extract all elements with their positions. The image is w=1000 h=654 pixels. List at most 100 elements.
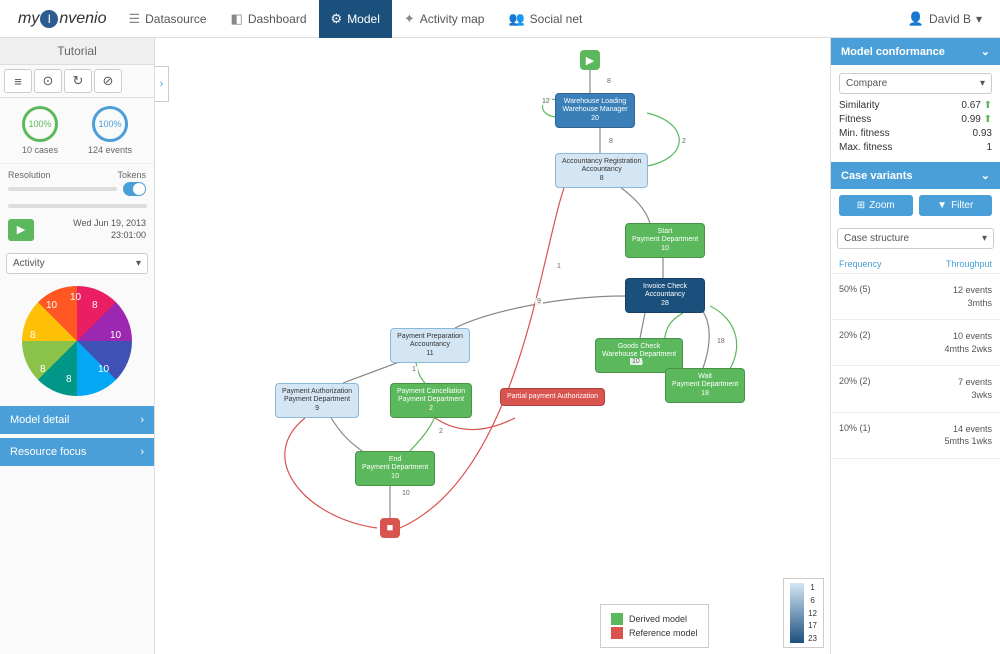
collapse-left-button[interactable]: › — [155, 66, 169, 102]
top-navbar: my I nvenio ☰Datasource ◧Dashboard ⚙Mode… — [0, 0, 1000, 38]
left-panel: Tutorial ≡ ⊙ ↻ ⊘ 100% 10 cases 100% 124 … — [0, 38, 155, 654]
pie-slice-label: 10 — [110, 330, 121, 341]
variant-row[interactable]: 50% (5) 12 events3mths — [831, 274, 1000, 320]
pie-slice-label: 8 — [66, 374, 72, 385]
case-variants-header[interactable]: Case variants ⌄ — [831, 162, 1000, 189]
refresh-button[interactable]: ↻ — [64, 69, 92, 93]
edge-label: 12 — [540, 98, 552, 105]
nav-activity-map[interactable]: ✦Activity map — [392, 0, 497, 38]
variant-freq: 20% (2) — [839, 330, 871, 355]
toolbar-row: ≡ ⊙ ↻ ⊘ — [0, 65, 154, 98]
start-node[interactable]: ▶ — [580, 50, 600, 70]
node-title: Start — [632, 228, 698, 236]
filter-icon: ▼ — [937, 200, 947, 211]
row-key: Similarity — [839, 100, 880, 111]
scale-tick: 17 — [808, 621, 817, 630]
model-legend: Derived model Reference model — [600, 604, 709, 648]
node-payment-cancellation[interactable]: Payment Cancellation Payment Department … — [390, 383, 472, 418]
node-end-payment[interactable]: End Payment Department 10 — [355, 451, 435, 486]
scale-tick: 6 — [808, 596, 817, 605]
user-name: David B — [929, 12, 971, 26]
variants-columns: Frequency Throughput — [831, 255, 1000, 274]
end-node[interactable]: ■ — [380, 518, 400, 538]
node-count: 2 — [397, 405, 465, 413]
graph-edges — [155, 38, 830, 654]
node-payment-authorization[interactable]: Payment Authorization Payment Department… — [275, 383, 359, 418]
node-title: Partial payment Authorization — [507, 393, 598, 401]
edge-label: 8 — [607, 138, 615, 145]
right-panel: Model conformance ⌄ Compare ▾ Similarity… — [830, 38, 1000, 654]
edge-label: 2 — [437, 428, 445, 435]
model-icon: ⚙ — [331, 11, 343, 27]
node-subtitle: Payment Department — [282, 396, 352, 404]
nav-label: Activity map — [420, 12, 485, 26]
variant-time: 5mths 1wks — [944, 436, 992, 446]
variant-freq: 50% (5) — [839, 284, 871, 309]
activity-select[interactable]: Activity ▾ — [6, 253, 148, 274]
user-menu[interactable]: 👤 David B ▾ — [908, 11, 992, 27]
node-wait[interactable]: Wait Payment Department 18 — [665, 368, 745, 403]
variant-row[interactable]: 10% (1) 14 events5mths 1wks — [831, 413, 1000, 459]
dashboard-icon: ◧ — [231, 11, 243, 27]
node-invoice-check[interactable]: Invoice Check Accountancy 28 — [625, 278, 705, 313]
node-payment-preparation[interactable]: Payment Preparation Accountancy 11 — [390, 328, 470, 363]
row-value: 0.93 — [973, 128, 992, 139]
legend-reference: Reference model — [629, 628, 698, 638]
resource-focus-panel[interactable]: Resource focus › — [0, 438, 154, 466]
variant-freq: 20% (2) — [839, 376, 871, 401]
time-slider[interactable] — [8, 204, 147, 208]
edge-label: 2 — [680, 138, 688, 145]
nav-datasource[interactable]: ☰Datasource — [116, 0, 218, 38]
compare-select[interactable]: Compare ▾ — [839, 73, 992, 94]
play-button[interactable]: ▶ — [8, 219, 34, 241]
accent-label: Model detail — [10, 414, 69, 426]
resolution-slider[interactable] — [8, 187, 117, 191]
nav-model[interactable]: ⚙ Model — [319, 0, 392, 38]
user-icon: 👤 — [908, 11, 924, 27]
nav-label: Model — [347, 12, 380, 26]
pie-slice-label: 8 — [40, 364, 46, 375]
chevron-down-icon: ⌄ — [981, 45, 990, 58]
case-structure-select[interactable]: Case structure ▾ — [837, 228, 994, 249]
model-canvas[interactable]: › — [155, 38, 830, 654]
variant-row[interactable]: 20% (2) 10 events4mths 2wks — [831, 320, 1000, 366]
row-key: Max. fitness — [839, 142, 892, 153]
list-icon: ☰ — [128, 11, 140, 27]
nav-dashboard[interactable]: ◧Dashboard — [219, 0, 319, 38]
node-title: Payment Authorization — [282, 388, 352, 396]
accent-label: Resource focus — [10, 446, 86, 458]
node-title: End — [362, 456, 428, 464]
target-button[interactable]: ⊙ — [34, 69, 62, 93]
tokens-toggle[interactable] — [123, 182, 146, 196]
node-warehouse-loading[interactable]: Warehouse Loading Warehouse Manager 20 — [555, 93, 635, 128]
stats-row: 100% 10 cases 100% 124 events — [0, 98, 154, 159]
filter-button[interactable]: ▼Filter — [919, 195, 993, 216]
nav-social-net[interactable]: 👥Social net — [496, 0, 594, 38]
menu-button[interactable]: ≡ — [4, 69, 32, 93]
node-count: 11 — [397, 350, 463, 358]
node-title: Warehouse Loading — [562, 98, 628, 106]
chevron-down-icon: ▾ — [976, 12, 982, 26]
variant-row[interactable]: 20% (2) 7 events3wks — [831, 366, 1000, 412]
node-count: 9 — [282, 405, 352, 413]
pie-slice-label: 8 — [92, 300, 98, 311]
node-start-payment[interactable]: Start Payment Department 10 — [625, 223, 705, 258]
date-text: Wed Jun 19, 2013 — [73, 218, 146, 230]
cases-circle: 100% — [22, 106, 58, 142]
variant-time: 3mths — [967, 298, 992, 308]
tutorial-header[interactable]: Tutorial — [0, 38, 154, 65]
legend-derived: Derived model — [629, 614, 687, 624]
node-count: 10 — [362, 473, 428, 481]
node-title: Goods Check — [602, 343, 676, 351]
node-count: 28 — [632, 300, 698, 308]
model-conformance-header[interactable]: Model conformance ⌄ — [831, 38, 1000, 65]
node-accountancy-registration[interactable]: Accountancy Registration Accountancy 8 — [555, 153, 648, 188]
time-text: 23:01:00 — [73, 230, 146, 242]
node-partial-payment[interactable]: Partial payment Authorization — [500, 388, 605, 406]
reset-button[interactable]: ⊘ — [94, 69, 122, 93]
node-count: 8 — [562, 175, 641, 183]
zoom-button[interactable]: ⊞Zoom — [839, 195, 913, 216]
conformance-row: Fitness0.99 ⬆ — [839, 114, 992, 125]
model-detail-panel[interactable]: Model detail › — [0, 406, 154, 434]
timestamp-display: Wed Jun 19, 2013 23:01:00 — [73, 218, 146, 241]
